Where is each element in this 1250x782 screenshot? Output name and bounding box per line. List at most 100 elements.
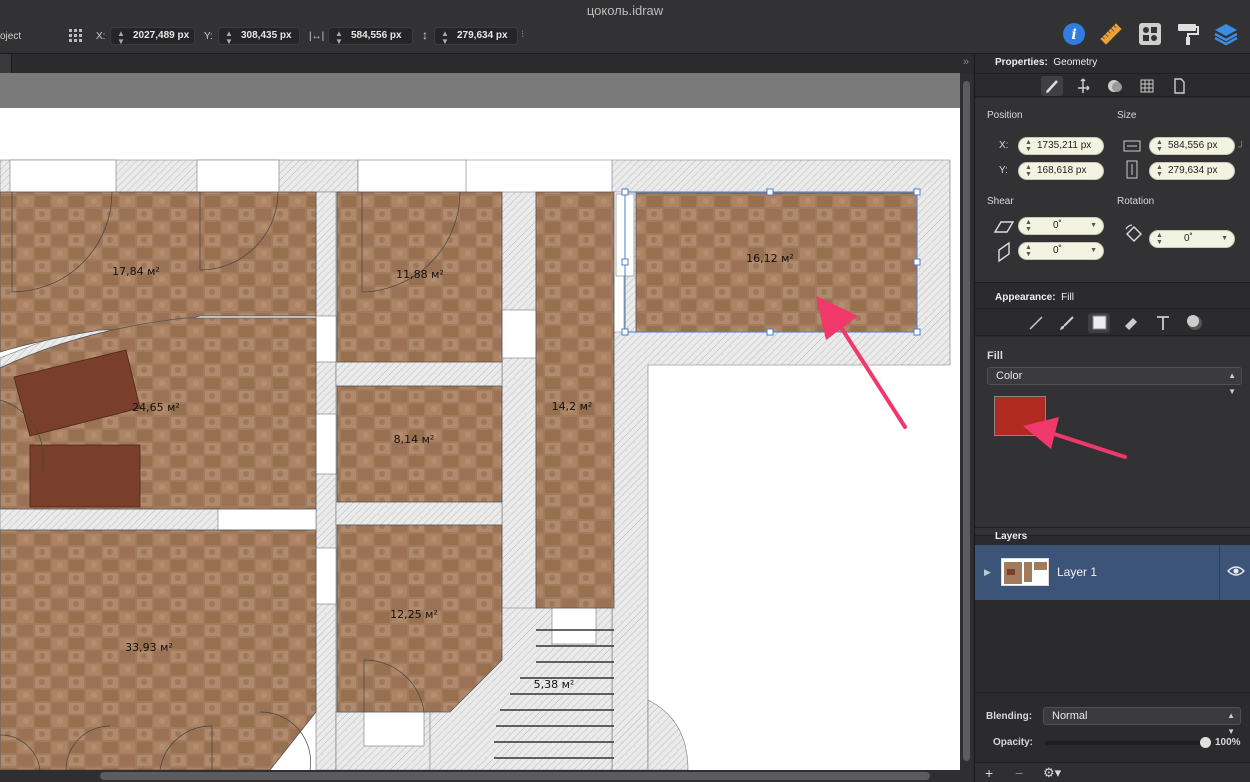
stepper-icon[interactable]: ▲ ▼ bbox=[441, 28, 449, 46]
shapes-icon[interactable] bbox=[1104, 76, 1126, 96]
window-title: цоколь.idraw bbox=[586, 3, 664, 18]
dropdown-arrow-icon[interactable]: ▼ bbox=[1221, 231, 1228, 247]
slider-knob[interactable] bbox=[1200, 737, 1211, 748]
link-icon[interactable]: ⁝ bbox=[521, 29, 524, 40]
lock-aspect-icon[interactable]: ┘ bbox=[1238, 142, 1245, 153]
stepper-icon[interactable]: ▲ ▼ bbox=[1025, 139, 1032, 153]
width-field[interactable]: ▲ ▼ 584,556 px bbox=[328, 27, 413, 46]
y-value: 308,435 px bbox=[241, 30, 292, 41]
dropdown-arrow-icon[interactable]: ▼ bbox=[1090, 243, 1097, 259]
shear-h-value: 0˚ bbox=[1053, 220, 1062, 231]
shadow-icon[interactable] bbox=[1184, 313, 1206, 333]
stepper-icon[interactable]: ▲ ▼ bbox=[117, 28, 125, 46]
properties-tabs bbox=[975, 73, 1250, 97]
blending-select[interactable]: Normal ▲ ▼ bbox=[1043, 707, 1241, 736]
fill-type-select[interactable]: Color ▲ ▼ bbox=[987, 367, 1242, 396]
layers-icon[interactable] bbox=[1213, 21, 1239, 47]
stepper-icon[interactable]: ▲ ▼ bbox=[1156, 232, 1163, 246]
shear-v-value: 0˚ bbox=[1053, 245, 1062, 256]
scroll-thumb[interactable] bbox=[963, 81, 970, 761]
floor-plan[interactable]: 17,84 м² 11,88 м² 16,12 м² 24,65 м² 14,2… bbox=[0, 73, 960, 770]
room-area-label: 12,25 м² bbox=[390, 608, 438, 621]
y-field[interactable]: ▲ ▼ 308,435 px bbox=[218, 27, 300, 46]
grid-icon[interactable] bbox=[1137, 21, 1163, 47]
stepper-icon[interactable]: ▲ ▼ bbox=[1156, 139, 1163, 153]
visibility-toggle[interactable] bbox=[1219, 545, 1250, 600]
fill-icon[interactable] bbox=[1088, 313, 1110, 333]
x-value: 2027,489 px bbox=[133, 30, 190, 41]
selection-handle[interactable] bbox=[766, 328, 774, 336]
stepper-icon[interactable]: ▲ ▼ bbox=[1025, 219, 1032, 233]
x-field[interactable]: ▲ ▼ 2027,489 px bbox=[110, 27, 195, 46]
layer-row[interactable]: ▶ Layer 1 bbox=[975, 545, 1250, 600]
dropdown-arrow-icon[interactable]: ▼ bbox=[1090, 218, 1097, 234]
stepper-icon[interactable]: ▲ ▼ bbox=[1156, 164, 1163, 178]
horizontal-scrollbar[interactable] bbox=[0, 770, 973, 782]
tab-strip: » bbox=[0, 54, 973, 73]
stepper-icon[interactable]: ▲ ▼ bbox=[1025, 244, 1032, 258]
layer-name[interactable]: Layer 1 bbox=[1057, 565, 1097, 579]
gear-icon[interactable]: ⚙▾ bbox=[1043, 765, 1061, 781]
stepper-icon[interactable]: ▲ ▼ bbox=[1025, 164, 1032, 178]
drawing-canvas[interactable]: 17,84 м² 11,88 м² 16,12 м² 24,65 м² 14,2… bbox=[0, 73, 960, 770]
rotation-field[interactable]: ▲ ▼ 0˚ ▼ bbox=[1149, 230, 1235, 248]
info-icon[interactable]: i bbox=[1061, 21, 1087, 47]
ruler-icon[interactable] bbox=[1098, 21, 1124, 47]
x-label: X: bbox=[999, 140, 1009, 151]
room-area-label: 17,84 м² bbox=[112, 265, 160, 278]
pencil-icon[interactable] bbox=[1041, 76, 1063, 96]
project-label[interactable]: oject bbox=[0, 31, 21, 42]
table-grid-icon[interactable] bbox=[1136, 76, 1158, 96]
brush-icon[interactable] bbox=[1056, 313, 1078, 333]
transform-icon[interactable] bbox=[1072, 76, 1094, 96]
double-chevron-icon[interactable]: » bbox=[963, 56, 969, 68]
eye-icon[interactable] bbox=[1227, 565, 1245, 577]
shear-label: Shear bbox=[987, 196, 1014, 207]
fill-type-value: Color bbox=[996, 370, 1023, 382]
y-label: Y: bbox=[204, 31, 213, 42]
y-position-field[interactable]: ▲ ▼ 168,618 px bbox=[1018, 162, 1104, 180]
selection-handle[interactable] bbox=[766, 188, 774, 196]
selection-handle[interactable] bbox=[621, 328, 629, 336]
svg-text:i: i bbox=[1071, 27, 1076, 43]
paint-roller-icon[interactable] bbox=[1175, 21, 1201, 47]
stroke-line-icon[interactable] bbox=[1025, 313, 1047, 333]
properties-label: Properties: bbox=[995, 57, 1048, 68]
height-field[interactable]: ▲ ▼ 279,634 px bbox=[434, 27, 518, 46]
selection-handle[interactable] bbox=[621, 258, 629, 266]
properties-mode: Geometry bbox=[1053, 57, 1098, 68]
x-position-field[interactable]: ▲ ▼ 1735,211 px bbox=[1018, 137, 1104, 155]
scroll-thumb[interactable] bbox=[100, 772, 930, 780]
stepper-icon[interactable]: ▲ ▼ bbox=[335, 28, 343, 46]
text-icon[interactable] bbox=[1152, 313, 1174, 333]
shear-vertical-field[interactable]: ▲ ▼ 0˚ ▼ bbox=[1018, 242, 1104, 260]
disclosure-triangle-icon[interactable]: ▶ bbox=[984, 567, 991, 578]
layer-thumbnail bbox=[1001, 558, 1049, 586]
remove-layer-icon[interactable]: − bbox=[1015, 765, 1023, 781]
selection-handle[interactable] bbox=[913, 258, 921, 266]
updown-arrow-icon: ▲ ▼ bbox=[1227, 711, 1235, 736]
add-layer-icon[interactable]: + bbox=[985, 765, 993, 781]
document-icon[interactable] bbox=[1168, 76, 1190, 96]
width-field[interactable]: ▲ ▼ 584,556 px bbox=[1149, 137, 1235, 155]
x-label: X: bbox=[96, 31, 106, 42]
document-tab[interactable] bbox=[0, 54, 12, 73]
inspector-panel: Properties: Geometry Position Size X: ▲ ▼… bbox=[974, 54, 1250, 782]
width-value: 584,556 px bbox=[351, 30, 402, 41]
height-field[interactable]: ▲ ▼ 279,634 px bbox=[1149, 162, 1235, 180]
selection-handle[interactable] bbox=[621, 188, 629, 196]
room-area-label: 14,2 м² bbox=[552, 400, 593, 413]
eraser-icon[interactable] bbox=[1120, 313, 1142, 333]
opacity-slider[interactable] bbox=[1045, 737, 1211, 748]
shear-horizontal-field[interactable]: ▲ ▼ 0˚ ▼ bbox=[1018, 217, 1104, 235]
height-icon bbox=[1126, 160, 1138, 179]
alignment-grid-icon[interactable] bbox=[68, 28, 84, 44]
stepper-icon[interactable]: ▲ ▼ bbox=[225, 28, 233, 46]
vertical-scrollbar[interactable] bbox=[960, 73, 973, 770]
appearance-tabs bbox=[975, 308, 1250, 336]
fill-label: Fill bbox=[987, 350, 1003, 362]
selection-handle[interactable] bbox=[913, 188, 921, 196]
appearance-mode: Fill bbox=[1061, 292, 1074, 303]
selection-handle[interactable] bbox=[913, 328, 921, 336]
rotation-icon bbox=[1125, 224, 1142, 242]
